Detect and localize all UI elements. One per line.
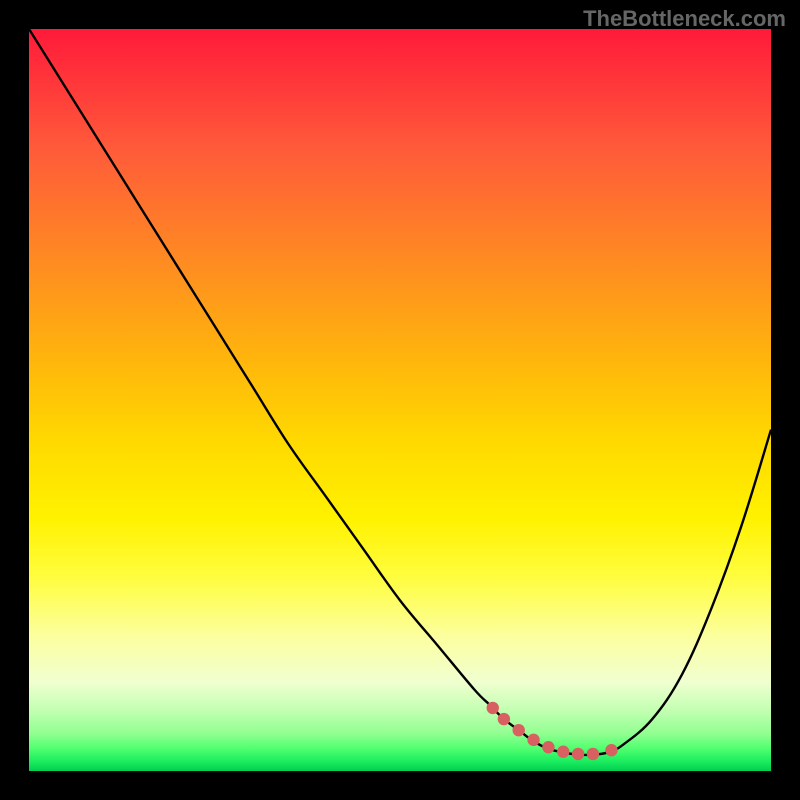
watermark-text: TheBottleneck.com [583, 6, 786, 32]
curve-marker [542, 741, 554, 753]
curve-marker [527, 734, 539, 746]
curve-marker [498, 713, 510, 725]
marker-group [487, 702, 618, 760]
curve-marker [513, 724, 525, 736]
curve-marker [557, 746, 569, 758]
curve-line [29, 29, 771, 755]
curve-marker [572, 748, 584, 760]
bottleneck-chart [29, 29, 771, 771]
curve-marker [587, 748, 599, 760]
curve-marker [605, 744, 617, 756]
curve-marker [487, 702, 499, 714]
